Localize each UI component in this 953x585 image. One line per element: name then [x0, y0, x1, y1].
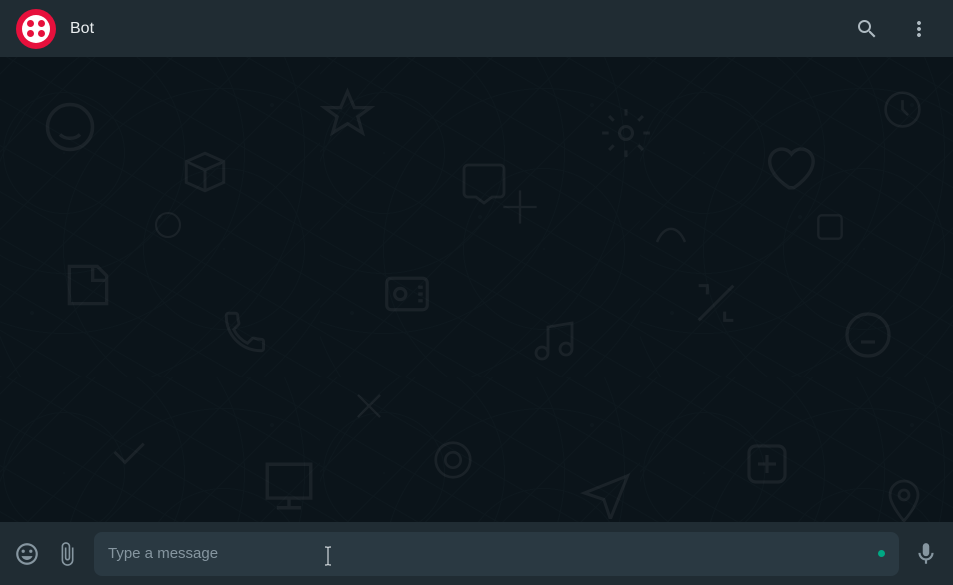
mic-icon[interactable]	[913, 541, 939, 567]
chat-title[interactable]: Bot	[70, 20, 841, 38]
message-input-container	[94, 532, 899, 576]
header-actions	[855, 17, 937, 41]
emoji-icon[interactable]	[14, 541, 40, 567]
chat-header: Bot	[0, 0, 953, 57]
search-icon[interactable]	[855, 17, 879, 41]
connection-status-indicator	[878, 550, 885, 557]
chat-background-doodles	[0, 57, 953, 522]
message-composer	[0, 522, 953, 585]
contact-avatar[interactable]	[16, 9, 56, 49]
menu-icon[interactable]	[907, 17, 931, 41]
avatar-logo	[22, 15, 50, 43]
message-input[interactable]	[108, 545, 868, 562]
attach-icon[interactable]	[54, 541, 80, 567]
chat-message-area[interactable]	[0, 57, 953, 522]
